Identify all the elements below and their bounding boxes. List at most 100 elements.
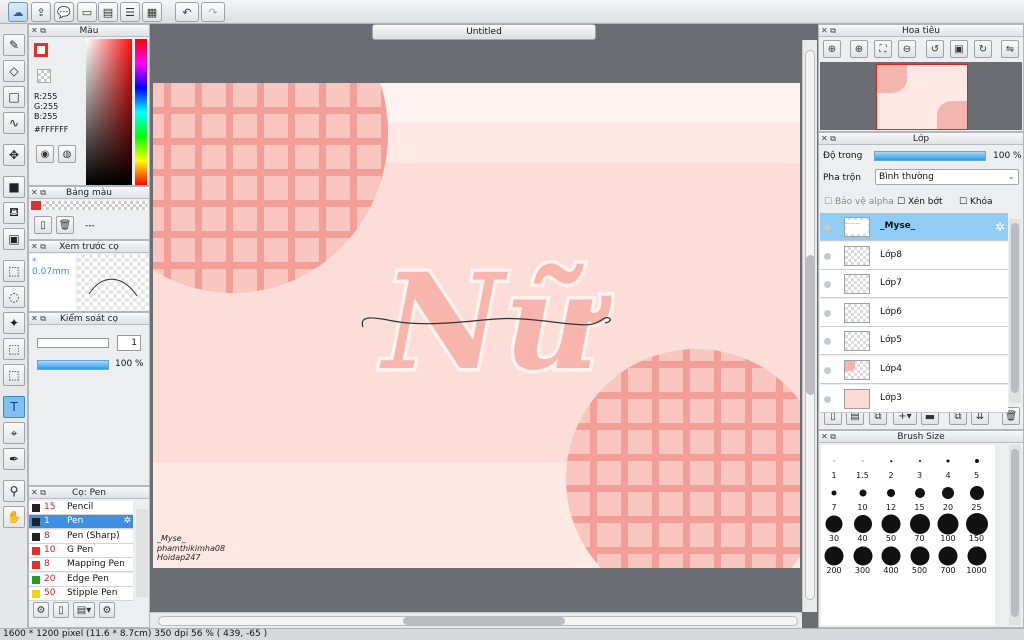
gear-icon[interactable]: ✲ <box>123 515 131 528</box>
export-icon[interactable]: ⇪ <box>31 2 51 22</box>
text-tool-icon[interactable]: T <box>3 396 25 418</box>
layer-opacity-slider[interactable] <box>874 151 986 161</box>
lock-checkbox[interactable]: ☐ Khóa <box>959 197 993 207</box>
gear-icon[interactable]: ✲ <box>995 220 1005 234</box>
brush-size-option[interactable]: 4 <box>934 450 962 480</box>
layer-row[interactable]: Lớp5 <box>820 327 1008 356</box>
close-icon[interactable]: ✕ ⧉ <box>31 188 46 198</box>
fit-icon[interactable]: ⛶ <box>874 40 892 58</box>
brush-size-option[interactable]: 5 <box>963 450 991 480</box>
brush-size-option[interactable]: 20 <box>934 482 962 512</box>
visibility-eye-icon[interactable] <box>824 224 831 231</box>
chat-icon[interactable]: 💬 <box>54 2 74 22</box>
grid-icon[interactable]: ▦ <box>142 2 162 22</box>
document-icon[interactable]: ▤ <box>98 2 118 22</box>
brush-settings-icon[interactable]: ⚙ <box>33 602 49 618</box>
close-icon[interactable]: ✕ ⧉ <box>821 134 836 144</box>
copy-brush-icon[interactable]: ▤▾ <box>73 602 95 618</box>
visibility-eye-icon[interactable] <box>824 367 831 374</box>
flip-icon[interactable]: ⇋ <box>1001 40 1019 58</box>
layer-row[interactable]: Lớp6 <box>820 298 1008 327</box>
brush-item[interactable]: 20 Edge Pen <box>29 572 133 587</box>
layer-row[interactable]: Lớp7 <box>820 270 1008 299</box>
layer-row[interactable]: Lớp4 <box>820 356 1008 384</box>
canvas-vertical-scrollbar[interactable] <box>802 40 817 612</box>
select-rect-icon[interactable]: ⬚ <box>3 260 25 282</box>
close-icon[interactable]: ✕ ⧉ <box>821 26 836 36</box>
list-icon[interactable]: ☰ <box>120 2 140 22</box>
brush-size-option[interactable]: 1000 <box>963 545 991 575</box>
brush-size-option[interactable]: 10 <box>849 482 877 512</box>
brush-size-option[interactable]: 300 <box>849 545 877 575</box>
close-icon[interactable]: ✕ ⧉ <box>31 242 46 252</box>
color-sliders-icon[interactable]: ◍ <box>58 145 76 163</box>
undo-icon[interactable]: ↶ <box>175 2 199 22</box>
move-tool-icon[interactable]: ✥ <box>3 144 25 166</box>
brush-size-option[interactable]: 400 <box>877 545 905 575</box>
new-brush-icon[interactable]: ▯ <box>53 602 69 618</box>
brush-size-option[interactable]: 1.5 <box>849 450 877 480</box>
brush-item[interactable]: 15 Pencil <box>29 501 133 515</box>
brush-size-option[interactable]: 30 <box>820 513 848 543</box>
visibility-eye-icon[interactable] <box>824 252 831 260</box>
brush-options-icon[interactable]: ⚙ <box>99 602 115 618</box>
brush-size-option[interactable]: 2 <box>877 450 905 480</box>
brush-size-slider[interactable] <box>37 338 109 348</box>
close-icon[interactable]: ✕ ⧉ <box>31 26 46 36</box>
visibility-eye-icon[interactable] <box>824 395 831 403</box>
brush-size-option[interactable]: 200 <box>820 545 848 575</box>
visibility-eye-icon[interactable] <box>824 338 831 346</box>
magic-wand-icon[interactable]: ✦ <box>3 312 25 334</box>
monitor-icon[interactable]: ▭ <box>77 2 97 22</box>
brush-size-option[interactable]: 1 <box>820 450 848 480</box>
brush-size-option[interactable]: 3 <box>906 450 934 480</box>
brush-size-input[interactable]: 1 <box>117 335 141 351</box>
bucket-tool-icon[interactable]: ⛾ <box>3 202 25 224</box>
brush-size-option[interactable]: 25 <box>963 482 991 512</box>
lasso-icon[interactable]: ◌ <box>3 286 25 308</box>
saturation-value-picker[interactable] <box>86 39 132 185</box>
layer-row[interactable]: Lớp3 <box>820 384 1008 413</box>
trash-icon[interactable]: 🗑 <box>56 216 74 234</box>
brush-item[interactable]: 10 G Pen <box>29 543 133 558</box>
eraser-tool-icon[interactable]: ◇ <box>3 60 25 82</box>
clipping-checkbox[interactable]: ☐ Xén bớt <box>897 197 943 207</box>
brush-size-option[interactable]: 50 <box>877 513 905 543</box>
brush-size-option[interactable]: 70 <box>906 513 934 543</box>
rotate-right-icon[interactable]: ↻ <box>974 40 992 58</box>
layer-row[interactable]: __ ___ ___ _Myse_ ✲ <box>820 213 1008 241</box>
zoom-in-icon[interactable]: ⊕ <box>823 40 841 58</box>
navigator-preview[interactable] <box>820 62 1022 130</box>
brush-size-option[interactable]: 700 <box>934 545 962 575</box>
brush-size-scrollbar[interactable] <box>1009 445 1021 625</box>
hand-tool-icon[interactable]: ✋ <box>3 506 25 528</box>
rectangle-tool-icon[interactable]: □ <box>3 86 25 108</box>
artwork-canvas[interactable]: Nữ _Myse_ phamthikimha08 Hoidap247 <box>153 83 800 568</box>
hue-slider[interactable] <box>135 39 147 185</box>
reset-view-icon[interactable]: ▣ <box>950 40 968 58</box>
brush-size-option[interactable]: 7 <box>820 482 848 512</box>
layer-row[interactable]: Lớp8 <box>820 241 1008 270</box>
brush-size-option[interactable]: 40 <box>849 513 877 543</box>
color-wheel-icon[interactable]: ◉ <box>36 145 54 163</box>
brush-size-option[interactable]: 15 <box>906 482 934 512</box>
fill-rect-tool-icon[interactable]: ■ <box>3 176 25 198</box>
zoom-in-small-icon[interactable]: ⊕ <box>850 40 868 58</box>
redo-icon[interactable]: ↷ <box>201 2 225 22</box>
cloud-icon[interactable]: ☁ <box>8 2 28 22</box>
brush-size-option[interactable]: 150 <box>963 513 991 543</box>
brush-size-option[interactable]: 100 <box>934 513 962 543</box>
brush-size-option[interactable]: 500 <box>906 545 934 575</box>
brush-item[interactable]: 8 Pen (Sharp) <box>29 529 133 544</box>
close-icon[interactable]: ✕ ⧉ <box>31 314 46 324</box>
new-palette-icon[interactable]: ▯ <box>34 216 52 234</box>
brush-item[interactable]: 8 Mapping Pen <box>29 558 133 573</box>
brush-item[interactable]: 1 Pen ✲ <box>29 515 133 530</box>
zoom-out-icon[interactable]: ⊖ <box>898 40 916 58</box>
close-icon[interactable]: ✕ ⧉ <box>31 488 46 498</box>
pen-tool-icon[interactable]: ✒ <box>3 448 25 470</box>
curve-tool-icon[interactable]: ∿ <box>3 112 25 134</box>
brush-tool-icon[interactable]: ✎ <box>3 34 25 56</box>
gradient-tool-icon[interactable]: ▣ <box>3 228 25 250</box>
protect-alpha-checkbox[interactable]: ☐ Bảo vệ alpha <box>824 197 894 207</box>
